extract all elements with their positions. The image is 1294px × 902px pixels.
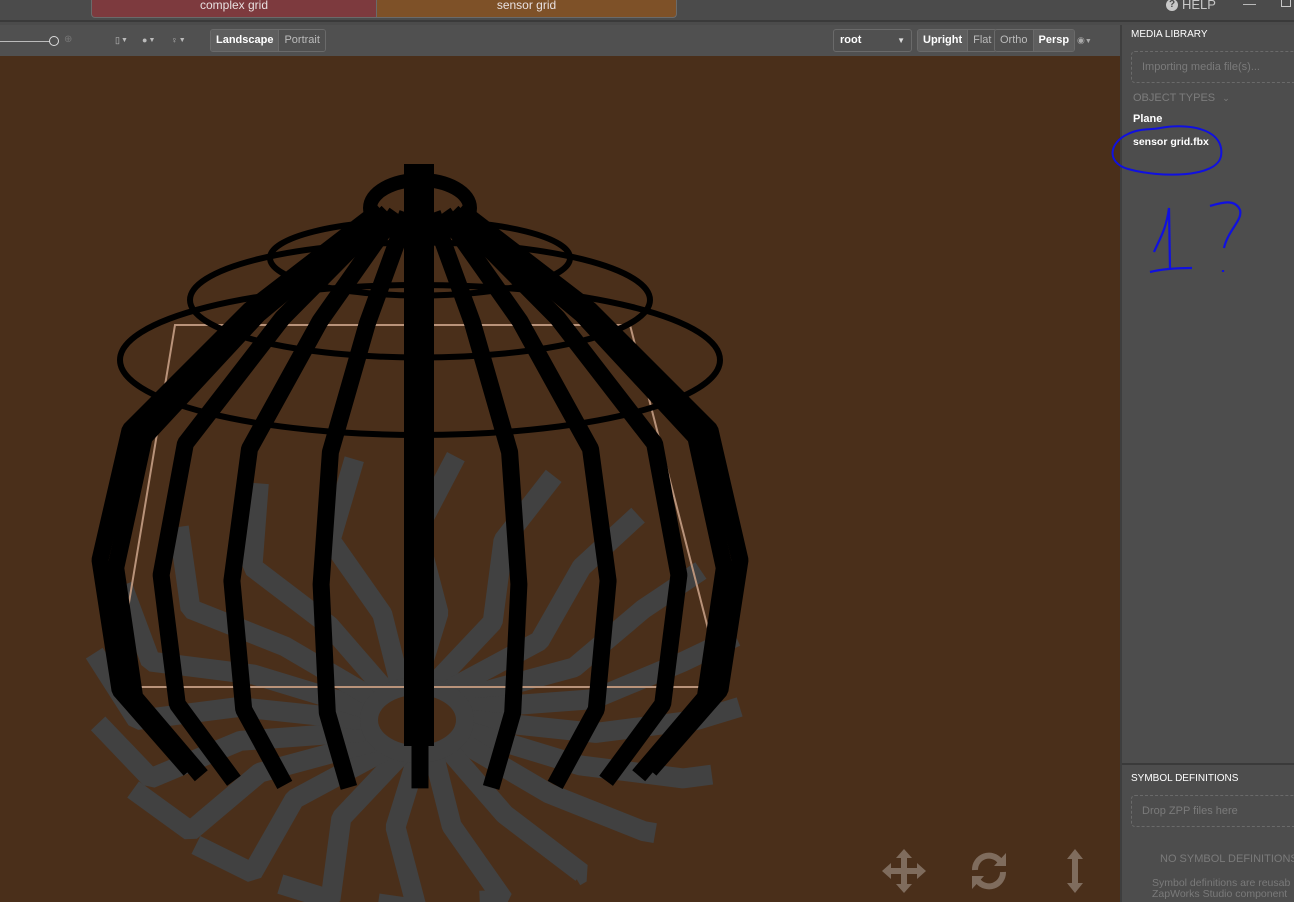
minimize-icon[interactable]: —: [1243, 0, 1256, 11]
light-dropdown[interactable]: ♀ ▼: [171, 35, 186, 45]
media-item-plane[interactable]: Plane: [1133, 113, 1162, 125]
object-types-header[interactable]: OBJECT TYPES ⌄: [1133, 92, 1230, 104]
zoom-slider-handle[interactable]: [49, 36, 59, 46]
tab-complex-grid[interactable]: complex grid: [91, 0, 377, 18]
caret-down-icon: ▼: [178, 36, 186, 44]
visibility-dropdown[interactable]: ◉▼: [1077, 35, 1092, 46]
root-select-value: root: [840, 34, 862, 46]
caret-down-icon: ▼: [897, 36, 905, 45]
eye-icon: ◉: [1077, 35, 1085, 45]
ortho-option[interactable]: Ortho: [995, 30, 1034, 51]
rotate-icon[interactable]: [966, 848, 1012, 894]
tab-sensor-grid[interactable]: sensor grid: [377, 0, 677, 18]
upright-option[interactable]: Upright: [918, 30, 969, 51]
description-line: ZapWorks Studio component: [1152, 888, 1288, 900]
top-bar: complex grid sensor grid ? HELP —: [0, 0, 1294, 22]
right-panel: MEDIA LIBRARY Importing media file(s)...…: [1120, 25, 1294, 902]
move-icon[interactable]: [881, 848, 927, 894]
object-types-label: OBJECT TYPES: [1133, 92, 1216, 104]
cage-center-rib: [404, 164, 434, 746]
help-button[interactable]: ? HELP: [1166, 0, 1216, 12]
symbols-description: Symbol definitions are reusab ZapWorks S…: [1152, 878, 1290, 900]
media-library-title: MEDIA LIBRARY: [1131, 29, 1208, 40]
landscape-option[interactable]: Landscape: [211, 30, 280, 51]
device-dropdown[interactable]: ▯ ▼: [115, 35, 128, 46]
no-symbols-message: NO SYMBOL DEFINITIONS: [1160, 853, 1294, 865]
viewport-toolbar: ⊕ ▯ ▼ ● ▼ ♀ ▼ Landscape Portrait root ▼ Upr…: [0, 25, 1120, 56]
symbol-definitions-title: SYMBOL DEFINITIONS: [1131, 773, 1239, 784]
environment-dropdown[interactable]: ● ▼: [142, 35, 155, 45]
scale-vertical-icon[interactable]: [1052, 848, 1098, 894]
sensor-grid-model[interactable]: [91, 164, 749, 790]
help-label: HELP: [1182, 0, 1216, 12]
caret-down-icon: ▼: [120, 37, 128, 44]
portrait-option[interactable]: Portrait: [279, 30, 325, 51]
alignment-toggle: Upright Flat: [917, 29, 998, 52]
scene-canvas[interactable]: [0, 56, 1120, 902]
zoom-slider-track[interactable]: [0, 41, 50, 42]
zpp-dropzone[interactable]: Drop ZPP files here: [1131, 795, 1294, 827]
flat-option[interactable]: Flat: [968, 30, 997, 51]
root-select[interactable]: root ▼: [833, 29, 912, 52]
app-window: complex grid sensor grid ? HELP — ⊕ ▯ ▼ ●…: [0, 0, 1294, 902]
persp-option[interactable]: Persp: [1033, 30, 1075, 51]
question-circle-icon: ?: [1166, 0, 1178, 11]
caret-down-icon: ▼: [1084, 38, 1092, 45]
globe-icon: ●: [142, 35, 148, 45]
projection-toggle: Ortho Persp: [994, 29, 1076, 52]
chevron-down-icon: ⌄: [1222, 93, 1230, 103]
caret-down-icon: ▼: [148, 36, 156, 44]
media-dropzone[interactable]: Importing media file(s)...: [1131, 51, 1294, 83]
orientation-toggle: Landscape Portrait: [210, 29, 326, 52]
symbol-definitions-section: SYMBOL DEFINITIONS Drop ZPP files here N…: [1122, 763, 1294, 902]
media-item-sensor-grid[interactable]: sensor grid.fbx: [1133, 136, 1209, 148]
lightbulb-icon: ♀: [171, 35, 178, 45]
phone-icon: ▯: [115, 35, 120, 45]
zoom-in-icon[interactable]: ⊕: [64, 34, 72, 45]
maximize-icon[interactable]: [1281, 0, 1291, 7]
3d-viewport[interactable]: [0, 56, 1120, 902]
